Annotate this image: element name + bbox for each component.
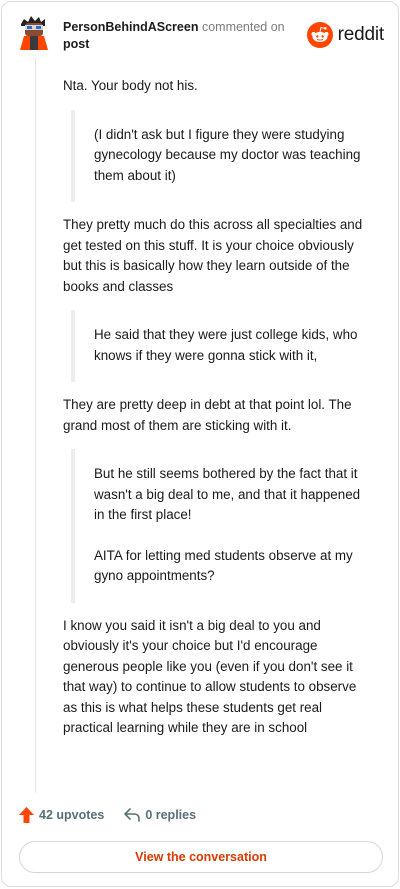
upvote-arrow-icon: [19, 807, 34, 823]
reply-icon: [124, 808, 141, 822]
quote-text: He said that they were just college kids…: [94, 327, 358, 363]
comment-paragraph: I know you said it isn't a big deal to y…: [63, 617, 357, 736]
comment-paragraph: They are pretty deep in debt at that poi…: [63, 397, 352, 433]
upvote-button[interactable]: 42 upvotes: [19, 807, 104, 823]
comment-paragraph: They pretty much do this across all spec…: [63, 217, 363, 294]
comment-card: PersonBehindAScreen commented on post re…: [1, 1, 399, 887]
reddit-snoo-icon: [306, 22, 333, 48]
reddit-wordmark: reddit: [337, 24, 385, 45]
comment-paragraph: Nta. Your body not his.: [63, 78, 198, 93]
avatar-icon: [20, 16, 48, 50]
quote-text: AITA for letting med students observe at…: [94, 547, 353, 584]
blockquote: (I didn't ask but I figure they were stu…: [71, 109, 373, 202]
blockquote: But he still seems bothered by the fact …: [71, 449, 373, 603]
thread-line: [35, 58, 36, 793]
avatar[interactable]: [16, 14, 52, 50]
comment-body: Nta. Your body not his. (I didn't ask bu…: [63, 76, 373, 739]
view-conversation-button[interactable]: View the conversation: [19, 841, 383, 873]
commented-on-label: commented on: [201, 20, 285, 34]
comment-header: PersonBehindAScreen commented on post: [63, 19, 298, 53]
post-link[interactable]: post: [63, 36, 298, 53]
author-name[interactable]: PersonBehindAScreen: [63, 20, 198, 34]
comment-footer: 42 upvotes 0 replies: [19, 807, 196, 823]
quote-text: (I didn't ask but I figure they were stu…: [94, 126, 361, 183]
upvote-count: 42 upvotes: [39, 808, 105, 822]
reddit-logo[interactable]: reddit: [306, 22, 385, 48]
blockquote: He said that they were just college kids…: [71, 310, 373, 382]
replies-button[interactable]: 0 replies: [124, 808, 196, 822]
quote-text: But he still seems bothered by the fact …: [94, 466, 361, 522]
reply-count: 0 replies: [145, 808, 197, 822]
